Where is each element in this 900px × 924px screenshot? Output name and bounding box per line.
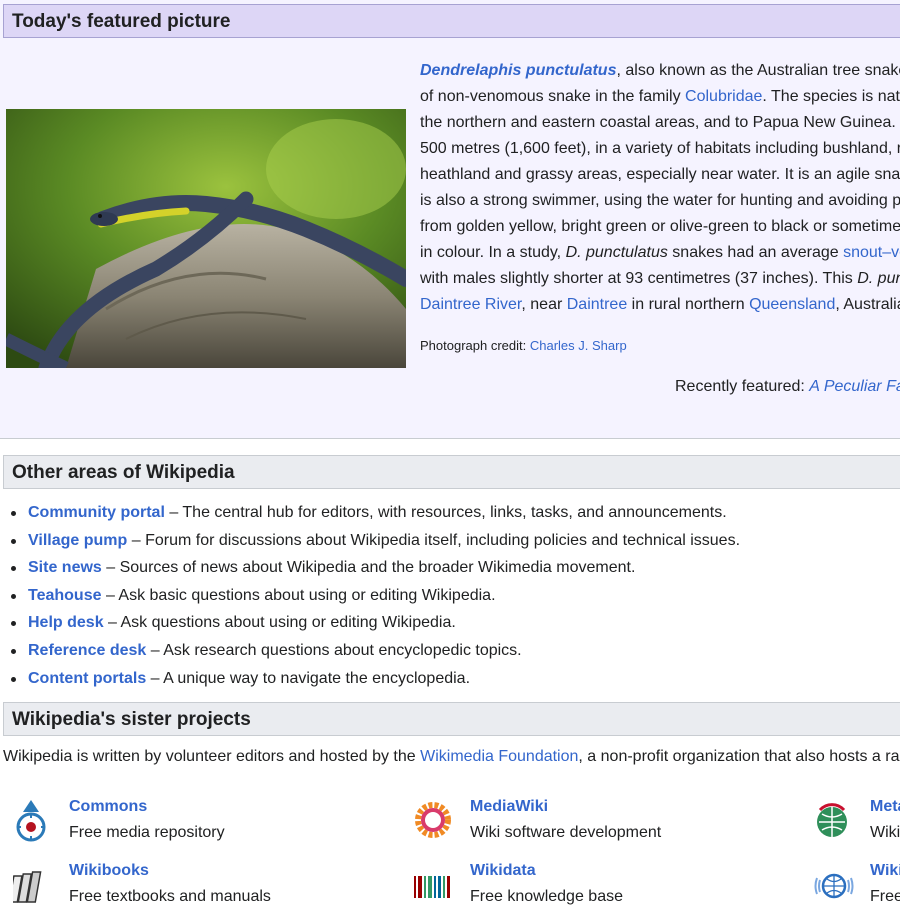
project-name[interactable]: Wikibooks	[69, 862, 149, 880]
area-description: – A unique way to navigate the encyclope…	[146, 669, 471, 687]
description-link[interactable]: Dendrelaphis punctulatus	[420, 62, 616, 79]
featured-picture-panel: Today's featured picture Dendrelaphis pu…	[0, 0, 900, 439]
list-item: Site news – Sources of news about Wikipe…	[11, 554, 898, 582]
description-text: is also a strong swimmer, using the wate…	[420, 192, 900, 209]
project-description: Wiki software development	[470, 824, 662, 841]
list-item: Help desk – Ask questions about using or…	[11, 609, 898, 637]
description-line: Daintree River, near Daintree in rural n…	[420, 292, 900, 318]
description-link[interactable]: Daintree River	[420, 296, 521, 313]
area-description: – Ask questions about using or editing W…	[103, 614, 456, 632]
mediawiki-icon	[415, 802, 451, 838]
description-text: in colour. In a study,	[420, 244, 566, 261]
meta-wiki-icon	[817, 803, 847, 837]
project-description: Wikimedia project coordination	[870, 824, 900, 841]
project-meta-wiki[interactable]: Meta-Wiki Wikimedia project coordination	[814, 800, 900, 860]
description-line: is also a strong swimmer, using the wate…	[420, 188, 900, 214]
featured-picture-title: Today's featured picture	[12, 11, 231, 32]
description-text: of non-venomous snake in the family	[420, 88, 686, 105]
wikinews-icon	[814, 873, 854, 899]
area-description: – The central hub for editors, with reso…	[164, 504, 727, 521]
project-name[interactable]: Wikinews	[870, 864, 900, 880]
intro-text: Wikipedia is written by volunteer editor…	[3, 748, 421, 765]
description-line: heathland and grassy areas, especially n…	[420, 162, 900, 188]
other-areas-title: Other areas of Wikipedia	[12, 462, 235, 483]
wikimedia-foundation-link[interactable]: Wikimedia Foundation	[420, 748, 578, 765]
area-description: – Forum for discussions about Wikipedia …	[127, 531, 741, 549]
description-link[interactable]: Daintree	[567, 296, 627, 313]
description-link[interactable]: Queensland	[749, 296, 835, 313]
project-description: Free textbooks and manuals	[69, 888, 271, 905]
project-name[interactable]: MediaWiki	[470, 798, 548, 816]
featured-snake-image[interactable]	[6, 109, 406, 368]
list-item: Content portals – A unique way to naviga…	[11, 665, 898, 693]
description-line: of non-venomous snake in the family Colu…	[420, 84, 900, 110]
wikibooks-icon	[13, 871, 42, 903]
area-link[interactable]: Content portals	[28, 670, 146, 687]
description-text: . The species is native to	[762, 88, 900, 105]
recently-featured-label: Recently featured:	[675, 378, 810, 395]
project-wikinews[interactable]: Wikinews Free-content news	[814, 864, 900, 924]
area-link[interactable]: Reference desk	[28, 642, 146, 659]
project-description: Free media repository	[69, 824, 225, 841]
area-link[interactable]: Teahouse	[28, 587, 102, 604]
project-commons[interactable]: Commons Free media repository	[13, 798, 343, 860]
list-item: Community portal – The central hub for e…	[11, 499, 898, 527]
photo-credit-link[interactable]: Charles J. Sharp	[530, 338, 627, 353]
other-areas-list: Community portal – The central hub for e…	[11, 499, 898, 693]
description-text: D. punctulatus	[565, 244, 668, 261]
photo-credit: Photograph credit: Charles J. Sharp	[420, 338, 900, 353]
description-line: in colour. In a study, D. punctulatus sn…	[420, 240, 900, 266]
description-text: from golden yellow, bright green or oliv…	[420, 218, 900, 235]
area-link[interactable]: Help desk	[28, 614, 104, 631]
description-text: , Australia.	[835, 296, 900, 313]
recently-featured: Recently featured: A Peculiar Fancy	[675, 378, 900, 396]
description-text: heathland and grassy areas, especially n…	[420, 166, 900, 183]
description-text: 500 metres (1,600 feet), in a variety of…	[420, 140, 900, 157]
description-line: 500 metres (1,600 feet), in a variety of…	[420, 136, 900, 162]
description-text: , near	[521, 296, 567, 313]
description-line: the northern and eastern coastal areas, …	[420, 110, 900, 136]
project-name[interactable]: Wikidata	[470, 862, 536, 880]
description-link[interactable]: Colubridae	[685, 88, 762, 105]
description-line: with males slightly shorter at 93 centim…	[420, 266, 900, 292]
recently-featured-link[interactable]: A Peculiar Fancy	[809, 378, 900, 395]
description-text: with males slightly shorter at 93 centim…	[420, 270, 858, 287]
project-wikibooks[interactable]: Wikibooks Free textbooks and manuals	[13, 862, 343, 924]
list-item: Village pump – Forum for discussions abo…	[11, 527, 898, 555]
area-description: – Sources of news about Wikipedia and th…	[101, 559, 636, 577]
project-wikidata[interactable]: Wikidata Free knowledge base	[414, 862, 744, 924]
project-description: Free-content news	[870, 888, 900, 905]
project-name[interactable]: Commons	[69, 798, 147, 816]
description-line: Dendrelaphis punctulatus, also known as …	[420, 58, 900, 84]
list-item: Reference desk – Ask research questions …	[11, 637, 898, 665]
sister-projects-header: Wikipedia's sister projects	[3, 702, 900, 736]
featured-picture-header: Today's featured picture	[3, 4, 900, 38]
area-link[interactable]: Village pump	[28, 532, 127, 549]
project-mediawiki[interactable]: MediaWiki Wiki software development	[414, 798, 744, 860]
featured-picture-description: Dendrelaphis punctulatus, also known as …	[420, 58, 900, 318]
area-link[interactable]: Community portal	[28, 504, 165, 521]
photo-credit-label: Photograph credit:	[420, 338, 530, 353]
description-text: D. punctulatus	[857, 270, 900, 287]
list-item: Teahouse – Ask basic questions about usi…	[11, 582, 898, 610]
other-areas-header: Other areas of Wikipedia	[3, 455, 900, 489]
area-description: – Ask basic questions about using or edi…	[101, 586, 496, 604]
wikidata-icon	[414, 876, 450, 898]
sister-projects-title: Wikipedia's sister projects	[12, 709, 251, 730]
project-name[interactable]: Meta-Wiki	[870, 800, 900, 816]
description-text: snakes had an average	[667, 244, 844, 261]
description-text: in rural northern	[627, 296, 750, 313]
sister-projects-intro: Wikipedia is written by volunteer editor…	[3, 748, 900, 766]
area-description: – Ask research questions about encyclope…	[146, 641, 522, 659]
description-text: , also known as the Australian tree snak…	[616, 62, 900, 79]
description-link[interactable]: snout–vent	[843, 244, 900, 261]
commons-icon	[16, 800, 46, 842]
description-line: from golden yellow, bright green or oliv…	[420, 214, 900, 240]
intro-text-end: , a non-profit organization that also ho…	[578, 748, 900, 765]
area-link[interactable]: Site news	[28, 559, 102, 576]
description-text: the northern and eastern coastal areas, …	[420, 114, 900, 131]
project-description: Free knowledge base	[470, 888, 623, 905]
